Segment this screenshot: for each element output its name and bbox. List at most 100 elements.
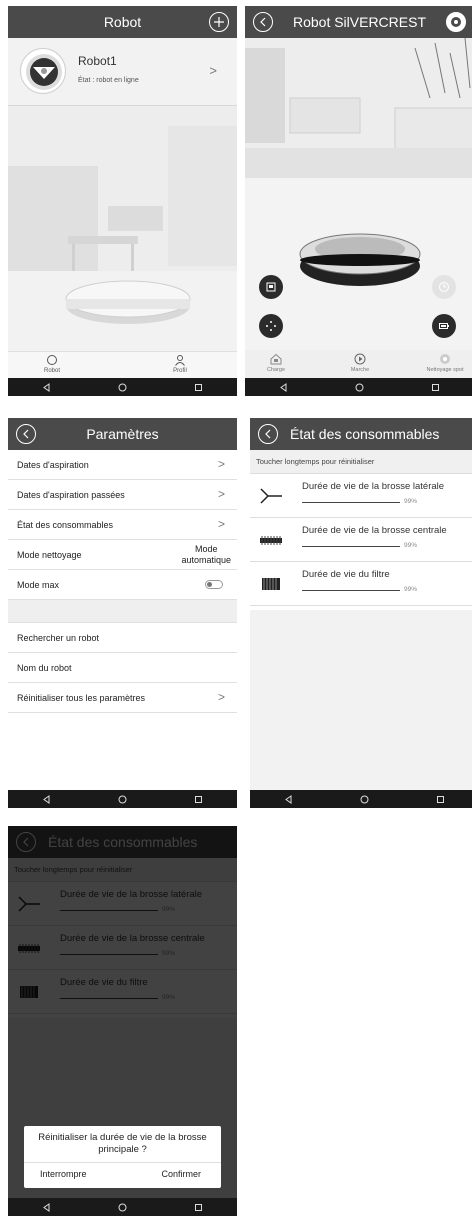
charge-label: Charge xyxy=(266,367,286,373)
recent-apps-icon[interactable] xyxy=(194,795,203,804)
start-label: Marche xyxy=(350,367,370,373)
section-divider xyxy=(8,600,237,623)
system-nav-bar xyxy=(8,378,237,396)
home-dock-icon xyxy=(270,353,282,365)
life-bar xyxy=(302,590,400,591)
start-button[interactable]: Marche xyxy=(340,353,380,373)
main-brush-icon xyxy=(260,536,282,545)
battery-button[interactable] xyxy=(432,314,456,338)
back-button[interactable] xyxy=(258,424,278,444)
divider xyxy=(24,1162,221,1163)
robot-card[interactable]: Robot1 État : robot en ligne > xyxy=(8,38,237,106)
direction-pad-button[interactable] xyxy=(259,314,283,338)
person-icon xyxy=(175,355,185,366)
consumable-label: Durée de vie de la brosse centrale xyxy=(302,525,447,536)
action-bar: Charge Marche Nettoyage spot xyxy=(245,350,472,378)
row-label: Mode nettoyage xyxy=(17,550,82,560)
settings-screen: Paramètres Dates d'aspiration > Dates d'… xyxy=(8,418,237,808)
settings-row-search-robot[interactable]: Rechercher un robot xyxy=(8,623,237,653)
back-nav-icon[interactable] xyxy=(279,382,288,392)
row-label: Rechercher un robot xyxy=(17,633,100,643)
system-nav-bar xyxy=(250,790,472,808)
life-percent: 99% xyxy=(404,542,418,549)
add-robot-button[interactable] xyxy=(209,12,229,32)
plus-icon xyxy=(214,17,224,27)
page-title: Robot SilVERCREST xyxy=(292,14,427,30)
tab-profil-label: Profil xyxy=(173,368,187,374)
dialog-message: Réinitialiser la durée de vie de la bros… xyxy=(38,1132,207,1155)
row-label: Nom du robot xyxy=(17,663,72,673)
settings-row-consumables[interactable]: État des consommables > xyxy=(8,510,237,540)
settings-list: Dates d'aspiration > Dates d'aspiration … xyxy=(8,450,237,713)
consumable-row-main-brush[interactable]: Durée de vie de la brosse centrale 99% xyxy=(250,518,472,562)
home-nav-icon[interactable] xyxy=(118,1203,127,1212)
settings-row-max-mode: Mode max xyxy=(8,570,237,600)
system-nav-bar xyxy=(8,790,237,808)
robot-list-screen: Robot Robot1 État : robot en ligne > Rob… xyxy=(8,6,237,396)
recent-apps-icon[interactable] xyxy=(431,383,440,392)
cancel-button[interactable]: Interrompre xyxy=(40,1169,87,1179)
life-bar xyxy=(302,546,400,547)
side-brush-icon xyxy=(260,488,282,504)
back-nav-icon[interactable] xyxy=(42,794,51,804)
consumables-reset-dialog-screen: État des consommables Toucher longtemps … xyxy=(8,826,237,1216)
battery-icon xyxy=(439,323,449,329)
tab-profil[interactable]: Profil xyxy=(150,354,210,374)
settings-button[interactable] xyxy=(446,12,466,32)
robot-icon xyxy=(47,355,57,365)
consumable-label: Durée de vie du filtre xyxy=(302,569,390,580)
recent-apps-icon[interactable] xyxy=(436,795,445,804)
life-percent: 99% xyxy=(404,586,418,593)
chevron-right-icon: > xyxy=(217,457,225,471)
life-percent: 99% xyxy=(404,498,418,505)
tab-robot[interactable]: Robot xyxy=(22,354,82,374)
row-label: État des consommables xyxy=(17,520,114,530)
dock-mode-button[interactable] xyxy=(259,275,283,299)
consumables-screen: État des consommables Toucher longtemps … xyxy=(250,418,472,808)
settings-row-past-dates[interactable]: Dates d'aspiration passées > xyxy=(8,480,237,510)
clock-icon xyxy=(439,282,449,292)
chevron-left-icon xyxy=(265,429,271,439)
settings-row-cleaning-dates[interactable]: Dates d'aspiration > xyxy=(8,450,237,480)
settings-row-reset-all[interactable]: Réinitialiser tous les paramètres > xyxy=(8,683,237,713)
recent-apps-icon[interactable] xyxy=(194,383,203,392)
home-nav-icon[interactable] xyxy=(118,795,127,804)
chevron-right-icon: > xyxy=(217,517,225,531)
spot-icon xyxy=(440,354,450,364)
back-nav-icon[interactable] xyxy=(284,794,293,804)
reset-dialog: Réinitialiser la durée de vie de la bros… xyxy=(24,1126,221,1188)
app-bar: Paramètres xyxy=(8,418,237,450)
bottom-tab-bar: Robot Profil xyxy=(8,351,237,378)
app-bar: État des consommables xyxy=(250,418,472,450)
row-label: Mode max xyxy=(17,580,60,590)
charge-button[interactable]: Charge xyxy=(259,353,293,373)
spot-cleaning-button[interactable]: Nettoyage spot xyxy=(420,353,470,373)
max-mode-toggle[interactable] xyxy=(205,580,223,589)
robot-avatar xyxy=(20,48,66,94)
row-label: Dates d'aspiration passées xyxy=(17,490,125,500)
gear-icon xyxy=(451,17,461,27)
consumable-row-filter[interactable]: Durée de vie du filtre 99% xyxy=(250,562,472,606)
recent-apps-icon[interactable] xyxy=(194,1203,203,1212)
page-title: Robot xyxy=(103,14,142,30)
settings-row-robot-name[interactable]: Nom du robot xyxy=(8,653,237,683)
consumable-label: Durée de vie de la brosse latérale xyxy=(302,481,445,492)
settings-row-cleaning-mode[interactable]: Mode nettoyage Mode automatique xyxy=(8,540,237,570)
cleaning-mode-value: Mode automatique xyxy=(181,544,231,566)
schedule-button[interactable] xyxy=(432,275,456,299)
chevron-right-icon: > xyxy=(217,690,225,704)
page-title: État des consommables xyxy=(290,426,440,442)
confirm-button[interactable]: Confirmer xyxy=(161,1169,201,1179)
robot-name: Robot1 xyxy=(78,54,117,68)
home-nav-icon[interactable] xyxy=(355,383,364,392)
home-nav-icon[interactable] xyxy=(360,795,369,804)
back-nav-icon[interactable] xyxy=(42,382,51,392)
app-bar: Robot xyxy=(8,6,237,38)
consumable-row-side-brush[interactable]: Durée de vie de la brosse latérale 99% xyxy=(250,474,472,518)
home-nav-icon[interactable] xyxy=(118,383,127,392)
system-nav-bar xyxy=(245,378,472,396)
life-bar xyxy=(302,502,400,503)
back-nav-icon[interactable] xyxy=(42,1202,51,1212)
play-icon xyxy=(354,353,366,365)
chevron-right-icon: > xyxy=(209,63,217,78)
